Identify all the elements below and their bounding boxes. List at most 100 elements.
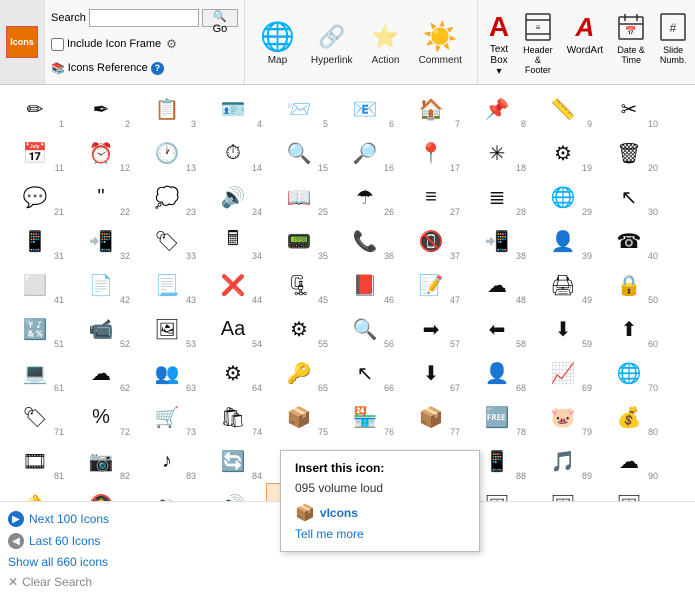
icon-cell-62[interactable]: ☁62	[68, 351, 134, 395]
icon-cell-35[interactable]: 📟35	[266, 219, 332, 263]
icon-cell-60[interactable]: ⬆60	[596, 307, 662, 351]
icon-cell-66[interactable]: ↖66	[332, 351, 398, 395]
icon-cell-68[interactable]: 👤68	[464, 351, 530, 395]
icon-cell-27[interactable]: ≡27	[398, 175, 464, 219]
icon-cell-29[interactable]: 🌐29	[530, 175, 596, 219]
icon-cell-12[interactable]: ⏰12	[68, 131, 134, 175]
icon-cell-39[interactable]: 👤39	[530, 219, 596, 263]
icon-cell-34[interactable]: 🖩34	[200, 219, 266, 263]
icon-cell-89[interactable]: 🎵89	[530, 439, 596, 483]
icon-cell-93[interactable]: 🔉93	[134, 483, 200, 501]
icon-cell-84[interactable]: 🔄84	[200, 439, 266, 483]
icon-cell-36[interactable]: 📞36	[332, 219, 398, 263]
icon-cell-73[interactable]: 🛒73	[134, 395, 200, 439]
icon-cell-50[interactable]: 🔒50	[596, 263, 662, 307]
icon-cell-53[interactable]: 🖼53	[134, 307, 200, 351]
icon-cell-77[interactable]: 📦77	[398, 395, 464, 439]
tell-me-more-link[interactable]: Tell me more	[295, 527, 364, 541]
icon-cell-61[interactable]: 💻61	[2, 351, 68, 395]
icon-cell-80[interactable]: 💰80	[596, 395, 662, 439]
icon-cell-15[interactable]: 🔍15	[266, 131, 332, 175]
icon-cell-3[interactable]: 📋3	[134, 87, 200, 131]
icon-cell-64[interactable]: ⚙64	[200, 351, 266, 395]
icon-cell-37[interactable]: 📵37	[398, 219, 464, 263]
icon-cell-24[interactable]: 🔊24	[200, 175, 266, 219]
icon-cell-81[interactable]: 🎞81	[2, 439, 68, 483]
icon-cell-56[interactable]: 🔍56	[332, 307, 398, 351]
show-all-button[interactable]: Show all 660 icons	[8, 552, 687, 572]
icon-cell-58[interactable]: ⬅58	[464, 307, 530, 351]
icon-cell-92[interactable]: 🔕92	[68, 483, 134, 501]
icon-cell-9[interactable]: 📏9	[530, 87, 596, 131]
header-footer-button[interactable]: ≡ Header& Footer	[518, 4, 558, 80]
go-button[interactable]: 🔍 Go	[202, 9, 238, 27]
icon-cell-49[interactable]: 🖨49	[530, 263, 596, 307]
icon-cell-79[interactable]: 🐷79	[530, 395, 596, 439]
icon-cell-22[interactable]: "22	[68, 175, 134, 219]
icon-cell-33[interactable]: 🏷33	[134, 219, 200, 263]
icon-cell-4[interactable]: 🪪4	[200, 87, 266, 131]
icon-cell-17[interactable]: 📍17	[398, 131, 464, 175]
hyperlink-button[interactable]: 🔗 Hyperlink	[304, 14, 360, 71]
icon-cell-63[interactable]: 👥63	[134, 351, 200, 395]
icon-cell-65[interactable]: 🔑65	[266, 351, 332, 395]
icon-cell-76[interactable]: 🏪76	[332, 395, 398, 439]
icon-cell-16[interactable]: 🔎16	[332, 131, 398, 175]
icon-cell-59[interactable]: ⬇59	[530, 307, 596, 351]
icon-cell-45[interactable]: 🗜45	[266, 263, 332, 307]
icon-cell-18[interactable]: ✳18	[464, 131, 530, 175]
icon-cell-82[interactable]: 📷82	[68, 439, 134, 483]
icon-cell-70[interactable]: 🌐70	[596, 351, 662, 395]
action-button[interactable]: ⭐ Action	[362, 14, 410, 71]
clear-search-button[interactable]: ✕ Clear Search	[8, 572, 687, 592]
icons-ref-row[interactable]: 📚 Icons Reference ?	[51, 62, 238, 75]
search-input[interactable]	[89, 9, 199, 27]
icon-cell-31[interactable]: 📱31	[2, 219, 68, 263]
icon-cell-74[interactable]: 🛍74	[200, 395, 266, 439]
icon-cell-32[interactable]: 📲32	[68, 219, 134, 263]
icon-cell-54[interactable]: Aa54	[200, 307, 266, 351]
icon-cell-19[interactable]: ⚙19	[530, 131, 596, 175]
icon-cell-42[interactable]: 📄42	[68, 263, 134, 307]
icon-cell-94[interactable]: 🔊94	[200, 483, 266, 501]
icon-cell-78[interactable]: 🆓78	[464, 395, 530, 439]
map-button[interactable]: 🌐 Map	[253, 14, 302, 71]
icon-cell-43[interactable]: 📃43	[134, 263, 200, 307]
icon-cell-48[interactable]: ☁48	[464, 263, 530, 307]
include-frame-checkbox[interactable]	[51, 38, 64, 51]
icon-cell-99[interactable]: 🖼99	[530, 483, 596, 501]
icon-cell-5[interactable]: 📨5	[266, 87, 332, 131]
icon-cell-90[interactable]: ☁90	[596, 439, 662, 483]
icon-cell-75[interactable]: 📦75	[266, 395, 332, 439]
icon-cell-30[interactable]: ↖30	[596, 175, 662, 219]
icon-cell-7[interactable]: 🏠7	[398, 87, 464, 131]
icon-cell-38[interactable]: 📲38	[464, 219, 530, 263]
icon-cell-67[interactable]: ⬇67	[398, 351, 464, 395]
icon-cell-83[interactable]: ♪83	[134, 439, 200, 483]
date-time-button[interactable]: 📅 Date &Time	[612, 4, 650, 80]
icon-cell-28[interactable]: ≣28	[464, 175, 530, 219]
icon-cell-8[interactable]: 📌8	[464, 87, 530, 131]
icon-cell-20[interactable]: 🗑20	[596, 131, 662, 175]
icon-cell-51[interactable]: 🔣51	[2, 307, 68, 351]
icon-cell-41[interactable]: ⬜41	[2, 263, 68, 307]
icon-cell-57[interactable]: ➡57	[398, 307, 464, 351]
icon-cell-1[interactable]: ✏1	[2, 87, 68, 131]
icon-cell-13[interactable]: 🕐13	[134, 131, 200, 175]
icon-cell-26[interactable]: ☂26	[332, 175, 398, 219]
icon-cell-69[interactable]: 📈69	[530, 351, 596, 395]
icon-cell-72[interactable]: %72	[68, 395, 134, 439]
icon-cell-40[interactable]: ☎40	[596, 219, 662, 263]
icon-cell-11[interactable]: 📅11	[2, 131, 68, 175]
icon-cell-52[interactable]: 📹52	[68, 307, 134, 351]
icon-cell-25[interactable]: 📖25	[266, 175, 332, 219]
icon-cell-100[interactable]: 🖼100	[596, 483, 662, 501]
icon-cell-21[interactable]: 💬21	[2, 175, 68, 219]
icon-cell-46[interactable]: 📕46	[332, 263, 398, 307]
icon-cell-71[interactable]: 🏷71	[2, 395, 68, 439]
text-box-button[interactable]: A TextBox ▾	[484, 4, 514, 80]
icon-cell-55[interactable]: ⚙55	[266, 307, 332, 351]
icon-cell-91[interactable]: 🔔91	[2, 483, 68, 501]
slide-num-button[interactable]: # SlideNumb.	[654, 4, 692, 80]
icon-cell-44[interactable]: ❌44	[200, 263, 266, 307]
